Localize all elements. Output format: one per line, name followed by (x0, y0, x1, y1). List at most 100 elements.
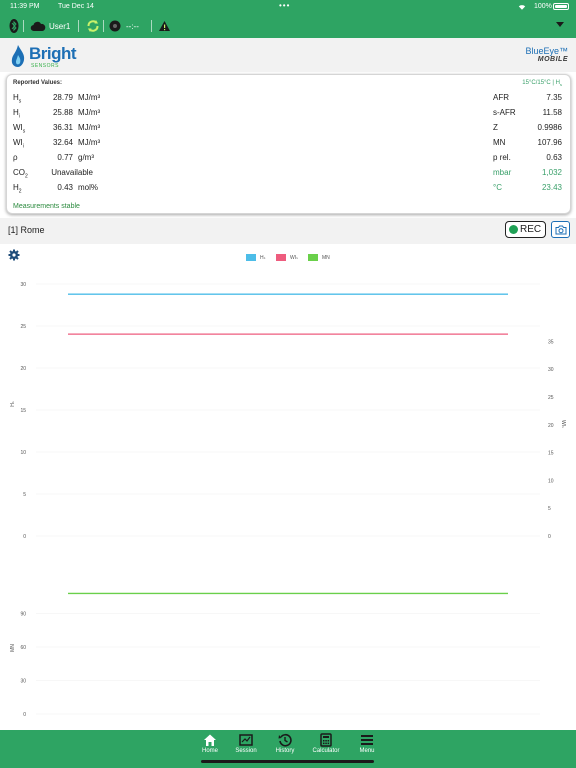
warning-icon[interactable] (158, 18, 171, 34)
legend-label: MN (322, 254, 330, 261)
axis-label: Hₛ (10, 401, 16, 407)
nav-label: Session (235, 748, 257, 754)
legend-label: Hₛ (260, 254, 266, 261)
record-dot-icon (509, 225, 518, 234)
axis-label: WIₛ (560, 420, 566, 428)
battery-icon (553, 3, 569, 10)
cloud-icon[interactable] (30, 18, 46, 34)
nav-calculator[interactable]: Calculator (309, 733, 343, 757)
toolbar: User1 --:-- (0, 14, 576, 38)
tick-label: 20 (548, 423, 554, 429)
value-row: °C 23.43 (7, 182, 570, 194)
brand-name: Bright (29, 44, 77, 63)
tick-label: 30 (20, 679, 26, 685)
tick-label: 20 (20, 366, 26, 372)
reference-conditions-text: 15°C/15°C | H (522, 80, 560, 86)
product-name: BlueEye™ MOBILE (525, 46, 568, 63)
chart-canvas: 0 5 10 15 20 25 30 0 5 10 15 20 25 30 35 Hₛ WIₛ 0 30 60 90 MN (10, 282, 566, 718)
tick-label: 30 (20, 282, 26, 288)
tick-label: 0 (23, 534, 26, 540)
nav-label: Menu (359, 748, 375, 754)
camera-button[interactable] (551, 221, 570, 238)
history-icon (278, 733, 292, 747)
toolbar-divider (23, 20, 24, 32)
value-label: s-AFR (493, 108, 516, 117)
brand-logo: Bright SENSORS (9, 42, 89, 70)
value-label: Z (493, 123, 498, 132)
value-row: AFR 7.35 (7, 92, 570, 104)
tick-label: 10 (20, 450, 26, 456)
tick-label: 15 (20, 408, 26, 414)
measurement-status: Measurements stable (13, 203, 80, 210)
value-number: 0.9986 (537, 123, 562, 132)
tick-label: 0 (548, 534, 551, 540)
chevron-down-icon[interactable] (556, 22, 564, 27)
value-number: 1,032 (541, 168, 562, 177)
record-timer-icon (109, 20, 121, 32)
reported-values-title: Reported Values: (13, 80, 63, 86)
tick-label: 0 (23, 712, 26, 718)
toolbar-divider (78, 20, 79, 32)
battery-percent: 100% (534, 3, 552, 10)
bluetooth-icon[interactable] (9, 18, 19, 34)
tick-label: 5 (23, 492, 26, 498)
app-header: Bright SENSORS BlueEye™ MOBILE (0, 38, 576, 72)
value-number: 107.96 (537, 138, 562, 147)
record-button[interactable]: REC (505, 221, 546, 238)
value-number: 0.63 (546, 153, 562, 162)
nav-history[interactable]: History (268, 733, 302, 757)
tick-label: 15 (548, 451, 554, 457)
tick-label: 10 (548, 478, 554, 484)
product-subtitle: MOBILE (537, 56, 568, 63)
value-row: Z 0.9986 (7, 122, 570, 134)
legend-item[interactable]: WIₛ (276, 254, 298, 261)
value-row: p rel. 0.63 (7, 152, 570, 164)
multitask-dots[interactable]: ••• (279, 1, 290, 10)
wifi-icon (518, 5, 526, 10)
gear-icon[interactable] (8, 249, 20, 261)
session-icon (239, 734, 253, 746)
session-timer: --:-- (126, 22, 139, 31)
menu-icon (361, 735, 373, 745)
legend-swatch (308, 254, 318, 261)
legend-item[interactable]: Hₛ (246, 254, 265, 261)
value-row: mbar 1,032 (7, 167, 570, 179)
value-label: p rel. (493, 153, 511, 162)
value-number: 7.35 (546, 93, 562, 102)
value-label: °C (493, 183, 502, 192)
value-label: MN (493, 138, 506, 147)
bottom-nav: Home Session History Calculator Menu (0, 730, 576, 768)
nav-menu[interactable]: Menu (350, 733, 384, 757)
toolbar-divider (151, 20, 152, 32)
flame-icon (11, 45, 25, 67)
reported-values-card: Reported Values: 15°C/15°C | Hs Hs 28.79… (6, 74, 571, 214)
value-row: s-AFR 11.58 (7, 107, 570, 119)
legend-item[interactable]: MN (308, 254, 330, 261)
toolbar-divider (103, 20, 104, 32)
value-label: AFR (493, 93, 509, 102)
trend-chart: 0 5 10 15 20 25 30 0 5 10 15 20 25 30 35 Hₛ WIₛ 0 30 60 90 MN… (0, 244, 576, 730)
session-location: [1] Rome (8, 225, 45, 235)
nav-home[interactable]: Home (193, 733, 227, 757)
tick-label: 35 (548, 339, 554, 345)
status-date: Tue Dec 14 (58, 3, 94, 10)
tick-label: 90 (20, 612, 26, 618)
axis-label: MN (10, 644, 16, 652)
app-root: 11:39 PM Tue Dec 14 ••• 100% User1 --:-- (0, 0, 576, 768)
tick-label: 25 (548, 395, 554, 401)
sync-icon[interactable] (86, 18, 100, 34)
user-name[interactable]: User1 (49, 22, 70, 31)
legend-label: WIₛ (290, 254, 298, 261)
session-bar: [1] Rome REC (0, 218, 576, 244)
record-label: REC (520, 224, 542, 235)
legend-swatch (276, 254, 286, 261)
value-number: 11.58 (542, 108, 562, 117)
reference-conditions: 15°C/15°C | Hs (522, 80, 562, 88)
legend-swatch (246, 254, 256, 261)
nav-label: Home (201, 748, 218, 754)
product-title: BlueEye™ (525, 46, 568, 56)
tick-label: 5 (548, 506, 551, 512)
nav-session[interactable]: Session (229, 733, 263, 757)
nav-label: Calculator (312, 748, 340, 754)
brand-sub: SENSORS (31, 63, 59, 69)
